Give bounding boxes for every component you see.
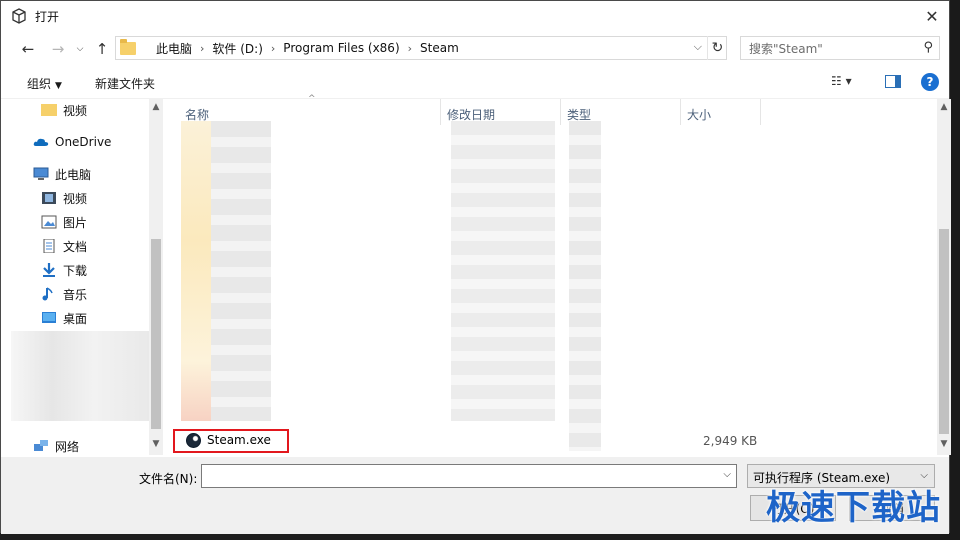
nav-item-label: 下载: [63, 263, 88, 278]
scroll-up-icon[interactable]: ▲: [937, 102, 951, 112]
nav-item-pictures[interactable]: 图片: [41, 211, 87, 233]
nav-item-videos-quick[interactable]: 视频: [41, 99, 87, 121]
redacted-region: [569, 121, 601, 451]
column-header-label: 类型: [567, 107, 592, 122]
scroll-down-icon[interactable]: ▼: [937, 439, 951, 449]
title-bar: 打开 ✕: [1, 1, 949, 31]
close-icon[interactable]: ✕: [919, 3, 945, 29]
nav-item-label: 网络: [55, 439, 80, 454]
refresh-icon[interactable]: ↻: [707, 36, 727, 60]
breadcrumb-separator-icon[interactable]: ›: [271, 42, 275, 55]
nav-item-this-pc[interactable]: 此电脑: [33, 163, 91, 185]
navigation-pane: 视频 OneDrive 此电脑 视频 图片 文档 下载 音乐 桌面 网络 ▲ ▼: [1, 99, 165, 455]
nav-scrollbar[interactable]: ▲ ▼: [149, 99, 163, 455]
desktop-icon: [42, 312, 56, 323]
breadcrumb-item[interactable]: Steam: [420, 41, 459, 55]
folder-icon: [41, 104, 57, 116]
chevron-down-icon: ▼: [55, 81, 62, 91]
document-icon: [43, 239, 55, 253]
column-header-label: 名称: [185, 107, 210, 122]
window-title: 打开: [35, 9, 60, 24]
folder-icon: [120, 38, 136, 55]
column-header-size[interactable]: 大小: [687, 103, 711, 125]
command-toolbar: 组织 ▼ 新建文件夹 ☷ ▾ ?: [1, 65, 949, 99]
file-list-scroll-thumb[interactable]: [939, 229, 949, 434]
back-arrow-icon[interactable]: ←: [17, 38, 39, 60]
breadcrumb-item[interactable]: Program Files (x86): [283, 41, 399, 55]
search-icon[interactable]: ⚲: [923, 40, 933, 55]
new-folder-button[interactable]: 新建文件夹: [95, 75, 155, 92]
nav-item-label: OneDrive: [55, 135, 112, 149]
music-icon: [42, 287, 53, 301]
watermark-logo: 极速下载站: [766, 488, 941, 528]
breadcrumb-separator-icon[interactable]: ›: [408, 42, 412, 55]
breadcrumb-item[interactable]: 此电脑: [156, 40, 192, 57]
filename-label: 文件名(N):: [139, 472, 198, 486]
nav-item-label: 文档: [63, 239, 88, 254]
file-list: ^ 名称 修改日期 类型 大小: [171, 94, 937, 455]
nav-item-label: 音乐: [63, 287, 88, 302]
scroll-down-icon[interactable]: ▼: [149, 439, 163, 449]
breadcrumb: 此电脑 › 软件 (D:) › Program Files (x86) › St…: [156, 40, 459, 57]
nav-item-music[interactable]: 音乐: [41, 283, 87, 305]
column-divider[interactable]: [680, 99, 681, 125]
app-icon: [12, 8, 26, 24]
redacted-region: [451, 121, 555, 421]
organize-button[interactable]: 组织 ▼: [27, 75, 62, 92]
preview-pane-icon[interactable]: [885, 75, 901, 88]
file-size: 2,949 KB: [703, 434, 758, 448]
nav-item-label: 视频: [63, 191, 88, 206]
nav-item-documents[interactable]: 文档: [41, 235, 87, 257]
picture-icon: [41, 215, 57, 229]
help-icon[interactable]: ?: [921, 73, 939, 91]
column-divider[interactable]: [440, 99, 441, 125]
column-divider[interactable]: [760, 99, 761, 125]
column-divider[interactable]: [560, 99, 561, 125]
navigation-row: ← → ⌵ ↑ 此电脑 › 软件 (D:) › Program Files (x…: [1, 34, 949, 62]
redacted-region: [211, 121, 271, 421]
view-options-icon[interactable]: ☷ ▾: [831, 74, 852, 88]
up-arrow-icon[interactable]: ↑: [91, 38, 113, 60]
sort-ascending-icon: ^: [308, 94, 316, 104]
breadcrumb-item[interactable]: 软件 (D:): [212, 40, 262, 57]
redacted-region: [11, 331, 149, 421]
video-icon: [42, 192, 56, 204]
computer-icon: [33, 167, 49, 180]
nav-item-label: 图片: [63, 215, 88, 230]
nav-item-desktop[interactable]: 桌面: [41, 307, 87, 329]
forward-arrow-icon[interactable]: →: [47, 38, 69, 60]
address-bar[interactable]: 此电脑 › 软件 (D:) › Program Files (x86) › St…: [115, 36, 727, 60]
file-row-steam-exe[interactable]: Steam.exe 2,949 KB: [173, 429, 773, 453]
nav-item-network[interactable]: 网络: [33, 435, 79, 457]
nav-item-label: 视频: [63, 103, 88, 118]
nav-scroll-thumb[interactable]: [151, 239, 161, 429]
nav-item-label: 桌面: [63, 311, 88, 326]
recent-locations-chevron-icon[interactable]: ⌵: [69, 38, 91, 60]
address-dropdown-icon[interactable]: ⌵: [694, 40, 702, 54]
file-list-scrollbar[interactable]: ▲ ▼: [937, 99, 951, 455]
background-strip: [950, 0, 960, 540]
open-file-dialog: 打开 ✕ ← → ⌵ ↑ 此电脑 › 软件 (D:) › Program Fil…: [0, 0, 951, 534]
download-icon: [43, 263, 55, 277]
filename-input[interactable]: ⌵: [201, 464, 737, 488]
column-header-label: 修改日期: [447, 107, 496, 122]
file-name: Steam.exe: [207, 433, 271, 447]
chevron-down-icon[interactable]: ⌵: [723, 469, 731, 480]
network-icon: [34, 440, 48, 451]
scroll-up-icon[interactable]: ▲: [149, 102, 163, 112]
breadcrumb-separator-icon[interactable]: ›: [200, 42, 204, 55]
cloud-icon: [33, 138, 49, 146]
nav-item-downloads[interactable]: 下载: [41, 259, 87, 281]
nav-item-onedrive[interactable]: OneDrive: [33, 131, 111, 153]
search-input[interactable]: 搜索"Steam" ⚲: [740, 36, 940, 60]
nav-item-label: 此电脑: [55, 167, 92, 182]
search-placeholder: 搜索"Steam": [749, 41, 823, 56]
steam-icon: [186, 433, 201, 448]
column-header-label: 大小: [687, 107, 712, 122]
redacted-region: [181, 121, 211, 421]
nav-item-videos[interactable]: 视频: [41, 187, 87, 209]
organize-label: 组织: [27, 77, 52, 91]
new-folder-label: 新建文件夹: [95, 77, 156, 91]
